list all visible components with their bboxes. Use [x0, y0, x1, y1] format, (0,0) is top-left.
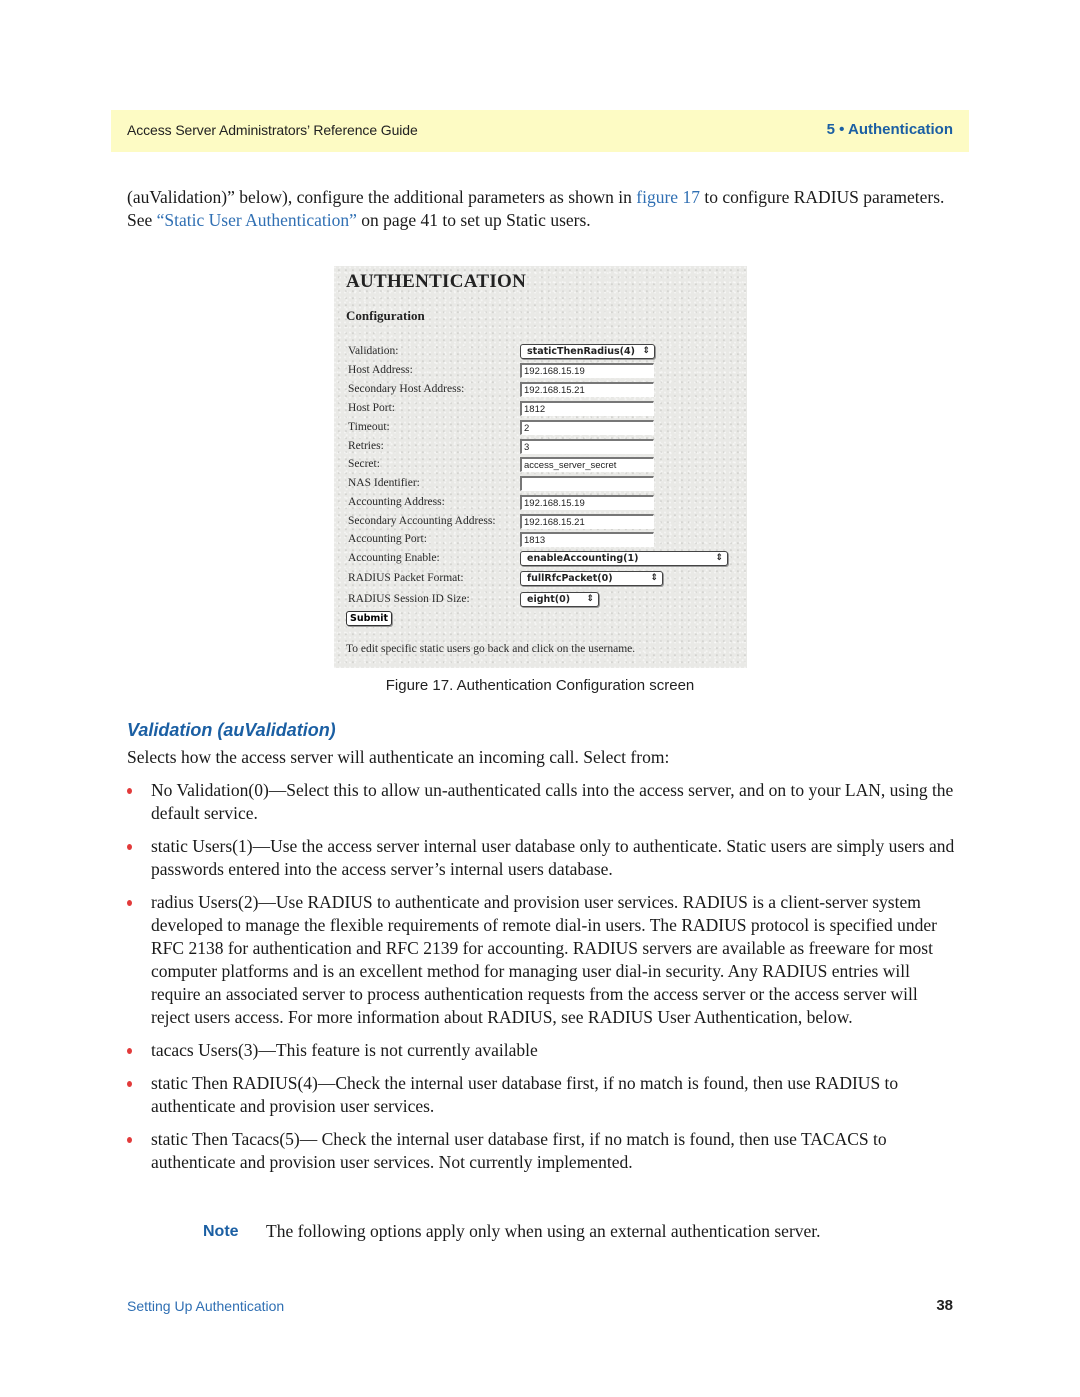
- text-field[interactable]: [520, 476, 654, 491]
- field-label: Secondary Host Address:: [348, 383, 465, 395]
- footer-section-link[interactable]: Setting Up Authentication: [127, 1298, 284, 1314]
- form-row: Secret:: [348, 457, 743, 475]
- field-label: Host Address:: [348, 364, 413, 376]
- guide-title: Access Server Administrators’ Reference …: [127, 122, 418, 138]
- text-field[interactable]: [520, 514, 654, 529]
- form-row: Host Port:: [348, 401, 743, 419]
- intro-text-3: on page 41 to set up Static users.: [356, 210, 591, 230]
- form-row: Secondary Host Address:: [348, 382, 743, 400]
- updown-arrows-icon: ⇕: [650, 573, 658, 583]
- figure-caption: Figure 17. Authentication Configuration …: [385, 677, 695, 694]
- field-label: RADIUS Packet Format:: [348, 572, 464, 584]
- form-row: Accounting Port:: [348, 532, 743, 550]
- list-item-text: static Then Tacacs(5)— Check the interna…: [151, 1129, 887, 1172]
- text-field[interactable]: [520, 420, 654, 435]
- section-lead: Selects how the access server will authe…: [127, 747, 670, 767]
- running-header: Access Server Administrators’ Reference …: [111, 110, 969, 152]
- intro-paragraph: (auValidation)” below), configure the ad…: [127, 186, 957, 232]
- static-user-auth-link[interactable]: “Static User Authentication”: [157, 210, 357, 230]
- intro-text-1: (auValidation)” below), configure the ad…: [127, 187, 637, 207]
- text-field[interactable]: [520, 532, 654, 547]
- field-label: RADIUS Session ID Size:: [348, 593, 470, 605]
- authentication-config-screenshot: AUTHENTICATION Configuration Validation:…: [334, 266, 747, 668]
- selected-value: eight(0): [527, 594, 571, 605]
- note-block: Note The following options apply only wh…: [203, 1220, 823, 1243]
- list-item: tacacs Users(3)—This feature is not curr…: [127, 1039, 957, 1062]
- list-item-text: static Then RADIUS(4)—Check the internal…: [151, 1073, 899, 1116]
- dropdown-select[interactable]: eight(0) ⇕: [520, 592, 599, 607]
- list-item-text: radius Users(2)—Use RADIUS to authentica…: [151, 892, 937, 1027]
- field-label: Accounting Enable:: [348, 552, 440, 564]
- dropdown-select[interactable]: enableAccounting(1) ⇕: [520, 551, 728, 566]
- field-label: Validation:: [348, 345, 399, 357]
- form-row: Host Address:: [348, 363, 743, 381]
- bullet-icon: [127, 1137, 132, 1143]
- bullet-icon: [127, 788, 132, 794]
- field-label: Secret:: [348, 458, 380, 470]
- validation-options-list: No Validation(0)—Select this to allow un…: [127, 779, 957, 1184]
- selected-value: enableAccounting(1): [527, 553, 639, 564]
- bullet-icon: [127, 844, 132, 850]
- text-field[interactable]: [520, 457, 654, 472]
- bullet-icon: [127, 1081, 132, 1087]
- list-item: No Validation(0)—Select this to allow un…: [127, 779, 957, 825]
- text-field[interactable]: [520, 401, 654, 416]
- field-label: Host Port:: [348, 402, 395, 414]
- list-item: static Then RADIUS(4)—Check the internal…: [127, 1072, 957, 1118]
- list-item-text: tacacs Users(3)—This feature is not curr…: [151, 1040, 538, 1060]
- updown-arrows-icon: ⇕: [715, 553, 723, 563]
- list-item: radius Users(2)—Use RADIUS to authentica…: [127, 891, 957, 1029]
- note-label: Note: [203, 1223, 239, 1240]
- updown-arrows-icon: ⇕: [586, 594, 594, 604]
- submit-button[interactable]: Submit: [346, 611, 393, 626]
- field-label: Secondary Accounting Address:: [348, 515, 496, 527]
- list-item: static Then Tacacs(5)— Check the interna…: [127, 1128, 957, 1174]
- field-label: Retries:: [348, 440, 384, 452]
- form-row: Retries:: [348, 439, 743, 457]
- selected-value: fullRfcPacket(0): [527, 573, 613, 584]
- page-number: 38: [936, 1297, 953, 1314]
- chapter-title: 5 • Authentication: [826, 121, 953, 138]
- updown-arrows-icon: ⇕: [642, 346, 650, 356]
- dropdown-select[interactable]: staticThenRadius(4) ⇕: [520, 344, 655, 359]
- form-row: Secondary Accounting Address:: [348, 514, 743, 532]
- field-label: NAS Identifier:: [348, 477, 420, 489]
- figure-title: AUTHENTICATION: [346, 271, 527, 292]
- text-field[interactable]: [520, 382, 654, 397]
- text-field[interactable]: [520, 363, 654, 378]
- bullet-icon: [127, 1048, 132, 1054]
- list-item-text: static Users(1)—Use the access server in…: [151, 836, 955, 879]
- dropdown-select[interactable]: fullRfcPacket(0) ⇕: [520, 571, 663, 586]
- text-field[interactable]: [520, 439, 654, 454]
- form-row: Accounting Enable: enableAccounting(1) ⇕: [348, 551, 743, 569]
- field-label: Timeout:: [348, 421, 390, 433]
- figure-note: To edit specific static users go back an…: [346, 643, 636, 655]
- list-item-text: No Validation(0)—Select this to allow un…: [151, 780, 954, 823]
- figure-subtitle: Configuration: [346, 308, 425, 323]
- figure-17-link[interactable]: figure 17: [636, 187, 700, 207]
- section-heading: Validation (auValidation): [127, 720, 336, 740]
- field-label: Accounting Address:: [348, 496, 445, 508]
- form-row: RADIUS Packet Format: fullRfcPacket(0) ⇕: [348, 571, 743, 589]
- bullet-icon: [127, 900, 132, 906]
- form-row: Accounting Address:: [348, 495, 743, 513]
- form-row: Validation: staticThenRadius(4) ⇕: [348, 344, 743, 362]
- selected-value: staticThenRadius(4): [527, 346, 635, 357]
- note-text: The following options apply only when us…: [266, 1221, 821, 1241]
- list-item: static Users(1)—Use the access server in…: [127, 835, 957, 881]
- text-field[interactable]: [520, 495, 654, 510]
- form-row: RADIUS Session ID Size: eight(0) ⇕: [348, 592, 743, 610]
- form-row: NAS Identifier:: [348, 476, 743, 494]
- form-row: Timeout:: [348, 420, 743, 438]
- field-label: Accounting Port:: [348, 533, 427, 545]
